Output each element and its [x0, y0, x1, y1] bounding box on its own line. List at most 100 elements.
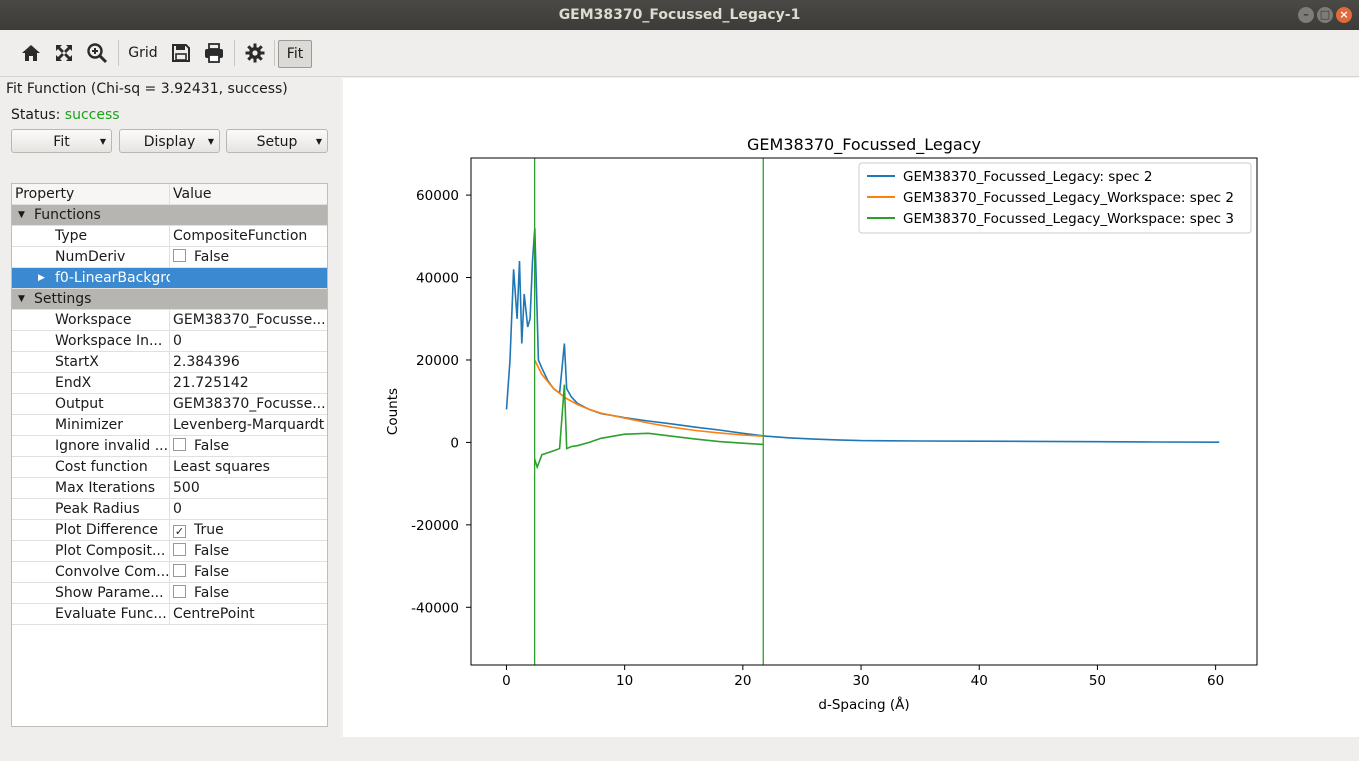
property-value[interactable]: 0	[173, 499, 327, 519]
property-row[interactable]: NumDeriv False	[12, 247, 327, 268]
setup-dropdown-label: Setup	[256, 134, 298, 150]
table-header: Property Value	[12, 184, 327, 205]
x-tick-label: 0	[502, 673, 511, 689]
property-row[interactable]: Plot Difference ✓ True	[12, 520, 327, 541]
function-item-selected[interactable]: ▶ f0-LinearBackground	[12, 268, 327, 289]
property-row[interactable]: Show Parame... False	[12, 583, 327, 604]
checkbox[interactable]	[173, 249, 186, 262]
property-name: Convolve Com...	[55, 564, 170, 580]
checkbox[interactable]	[173, 543, 186, 556]
toolbar-separator	[118, 40, 119, 66]
chevron-down-icon: ▼	[99, 137, 106, 146]
close-icon[interactable]: ×	[1336, 7, 1352, 23]
property-row[interactable]: Output GEM38370_Focusse...	[12, 394, 327, 415]
property-row[interactable]: Cost function Least squares	[12, 457, 327, 478]
series-line-2	[533, 384, 764, 470]
checkbox[interactable]	[173, 585, 186, 598]
property-name: Workspace In...	[55, 333, 163, 349]
display-dropdown-button[interactable]: Display ▼	[119, 129, 220, 153]
column-header-value[interactable]: Value	[173, 184, 327, 204]
expand-triangle-icon[interactable]: ▼	[18, 205, 25, 225]
property-value[interactable]: Levenberg-Marquardt	[173, 415, 327, 435]
property-name: EndX	[55, 375, 92, 391]
expand-triangle-icon[interactable]: ▼	[18, 289, 25, 309]
group-functions[interactable]: ▼ Functions	[12, 205, 327, 226]
property-name: Max Iterations	[55, 480, 156, 496]
gear-icon[interactable]	[242, 40, 268, 66]
property-name: Minimizer	[55, 417, 123, 433]
y-tick-label: 0	[450, 435, 459, 451]
status-label: Status:	[11, 107, 61, 123]
property-name: NumDeriv	[55, 249, 126, 265]
x-tick-label: 60	[1207, 673, 1224, 689]
y-tick-label: -20000	[411, 518, 459, 534]
group-settings[interactable]: ▼ Settings	[12, 289, 327, 310]
property-row[interactable]: Workspace GEM38370_Focusse...	[12, 310, 327, 331]
window-titlebar: GEM38370_Focussed_Legacy-1 – □ ×	[0, 0, 1359, 30]
property-row[interactable]: Evaluate Func... CentrePoint	[12, 604, 327, 625]
property-row[interactable]: Peak Radius 0	[12, 499, 327, 520]
display-dropdown-label: Display	[143, 134, 196, 150]
minimize-icon[interactable]: –	[1298, 7, 1314, 23]
zoom-icon[interactable]	[84, 40, 110, 66]
checkbox[interactable]: ✓	[173, 525, 186, 538]
group-label: Functions	[34, 207, 101, 223]
property-row[interactable]: Type CompositeFunction	[12, 226, 327, 247]
setup-dropdown-button[interactable]: Setup ▼	[226, 129, 328, 153]
property-value: False	[194, 564, 230, 580]
property-row[interactable]: EndX 21.725142	[12, 373, 327, 394]
property-value[interactable]: 0	[173, 331, 327, 351]
grid-button[interactable]: Grid	[126, 40, 160, 66]
fit-browser-panel: Fit Function (Chi-sq = 3.92431, success)…	[0, 77, 340, 761]
property-value[interactable]: Least squares	[173, 457, 327, 477]
property-value[interactable]: 21.725142	[173, 373, 327, 393]
chevron-down-icon: ▼	[207, 137, 214, 146]
group-label: Settings	[34, 291, 92, 307]
series-line-0	[505, 228, 1220, 444]
property-name: Evaluate Func...	[55, 606, 167, 622]
property-row[interactable]: Ignore invalid ... False	[12, 436, 327, 457]
checkbox[interactable]	[173, 438, 186, 451]
chart[interactable]: GEM38370_Focussed_Legacy 0 10 20 30 40 50 60 -40…	[343, 78, 1359, 737]
x-tick-label: 20	[734, 673, 751, 689]
x-tick-label: 10	[616, 673, 633, 689]
property-table: Property Value ▼ Functions Type Composit…	[11, 183, 328, 727]
property-value[interactable]: CentrePoint	[173, 604, 327, 624]
property-value[interactable]: GEM38370_Focusse...	[173, 310, 327, 330]
checkbox[interactable]	[173, 564, 186, 577]
legend-entry: GEM38370_Focussed_Legacy_Workspace: spec…	[903, 211, 1234, 227]
property-value[interactable]: 500	[173, 478, 327, 498]
maximize-icon[interactable]: □	[1317, 7, 1333, 23]
property-value: False	[194, 438, 230, 454]
property-row[interactable]: Minimizer Levenberg-Marquardt	[12, 415, 327, 436]
fit-dropdown-button[interactable]: Fit ▼	[11, 129, 112, 153]
property-value[interactable]: CompositeFunction	[173, 226, 327, 246]
property-row[interactable]: Max Iterations 500	[12, 478, 327, 499]
property-value[interactable]: GEM38370_Focusse...	[173, 394, 327, 414]
y-tick-label: -40000	[411, 600, 459, 616]
expand-triangle-icon[interactable]: ▶	[38, 268, 45, 288]
toolbar-separator	[234, 40, 235, 66]
chevron-down-icon: ▼	[315, 137, 322, 146]
save-icon[interactable]	[169, 40, 193, 66]
property-value[interactable]: 2.384396	[173, 352, 327, 372]
fullscreen-icon[interactable]	[51, 40, 77, 66]
fit-toggle-button[interactable]: Fit	[278, 40, 312, 68]
series-line-1	[533, 359, 764, 437]
property-name: Ignore invalid ...	[55, 438, 169, 454]
plot-canvas[interactable]: GEM38370_Focussed_Legacy 0 10 20 30 40 50 60 -40…	[343, 78, 1359, 737]
property-row[interactable]: Workspace In... 0	[12, 331, 327, 352]
column-header-property[interactable]: Property	[15, 184, 130, 204]
property-name: Show Parame...	[55, 585, 164, 601]
property-name: Workspace	[55, 312, 132, 328]
legend-entry: GEM38370_Focussed_Legacy_Workspace: spec…	[903, 190, 1234, 206]
x-tick-label: 50	[1089, 673, 1106, 689]
home-icon[interactable]	[18, 40, 44, 66]
property-row[interactable]: Plot Composit... False	[12, 541, 327, 562]
property-row[interactable]: StartX 2.384396	[12, 352, 327, 373]
property-row[interactable]: Convolve Com... False	[12, 562, 327, 583]
print-icon[interactable]	[201, 40, 227, 66]
legend-entry: GEM38370_Focussed_Legacy: spec 2	[903, 169, 1152, 185]
x-axis-label: d-Spacing (Å)	[818, 696, 909, 713]
y-tick-label: 20000	[416, 353, 459, 369]
